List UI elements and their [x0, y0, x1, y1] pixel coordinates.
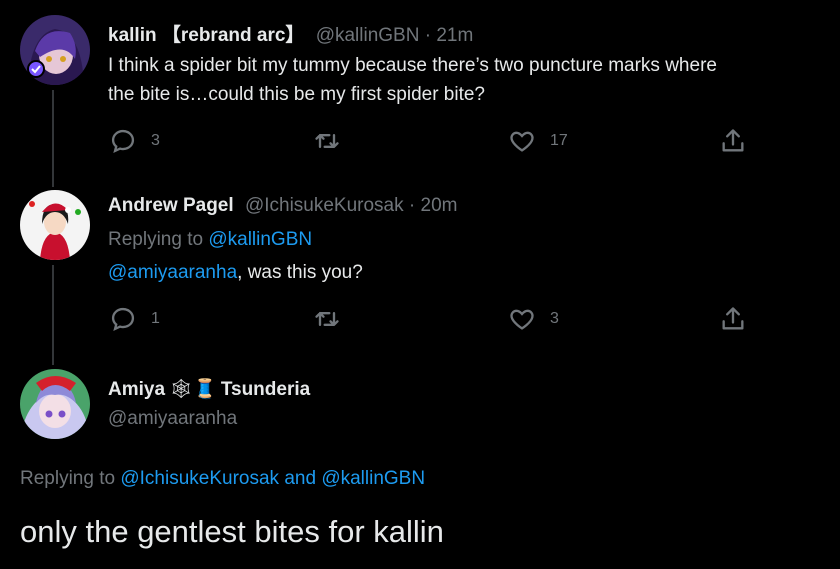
reply-icon [111, 129, 135, 154]
like-count: 3 [550, 310, 559, 327]
display-name[interactable]: kallin 【rebrand arc】 [108, 25, 304, 46]
separator: · [408, 195, 416, 216]
display-name[interactable]: Amiya [108, 379, 165, 400]
tweet-text-rest: , was this you? [237, 262, 363, 283]
like-button[interactable]: 3 [508, 305, 559, 333]
replying-to-link[interactable]: @IchisukeKurosak [120, 468, 279, 489]
like-icon [510, 309, 534, 330]
main-tweet-text: only the gentlest bites for kallin [20, 514, 444, 549]
display-name-suffix[interactable]: Tsunderia [221, 379, 310, 400]
retweet-icon [315, 312, 339, 326]
user-handle[interactable]: @kallinGBN [316, 25, 420, 46]
share-icon [722, 307, 744, 330]
name-emoji: 🕸🧵 [169, 379, 217, 400]
thread-line [52, 90, 54, 187]
like-icon [510, 131, 534, 152]
replying-to-link[interactable]: @kallinGBN [321, 468, 425, 489]
tweet-text: I think a spider bit my tummy because th… [108, 51, 717, 109]
share-button[interactable] [719, 127, 747, 155]
reply-button[interactable]: 3 [109, 127, 160, 155]
share-icon [722, 129, 744, 152]
timestamp[interactable]: 20m [421, 195, 458, 216]
tweet-header: Andrew Pagel @IchisukeKurosak · 20m [108, 195, 458, 217]
replying-and: and [279, 468, 322, 489]
user-handle-row: @amiyaaranha [108, 408, 237, 430]
tweet-text-line: the bite is…could this be my first spide… [108, 84, 486, 105]
replying-to: Replying to @kallinGBN [108, 225, 312, 254]
thread-line [52, 265, 54, 365]
replying-to: Replying to @IchisukeKurosak and @kallin… [20, 468, 425, 490]
retweet-button[interactable] [313, 127, 355, 155]
timestamp[interactable]: 21m [436, 25, 473, 46]
like-count: 17 [550, 132, 568, 149]
tweet-text: @amiyaaranha, was this you? [108, 258, 363, 287]
retweet-icon [315, 134, 339, 148]
reply-icon [111, 307, 135, 332]
share-button[interactable] [719, 305, 747, 333]
replying-prefix: Replying to [108, 229, 209, 250]
user-handle[interactable]: @IchisukeKurosak [245, 195, 404, 216]
like-button[interactable]: 17 [508, 127, 568, 155]
replying-prefix: Replying to [20, 468, 121, 489]
mention-link[interactable]: @amiyaaranha [108, 262, 237, 283]
reply-count: 3 [151, 132, 160, 149]
reply-button[interactable]: 1 [109, 305, 160, 333]
reply-count: 1 [151, 310, 160, 327]
verified-badge-icon [27, 60, 45, 78]
avatar[interactable] [20, 369, 90, 439]
avatar[interactable] [20, 190, 90, 260]
display-name[interactable]: Andrew Pagel [108, 195, 234, 216]
separator: · [424, 25, 432, 46]
tweet-header: kallin 【rebrand arc】 @kallinGBN · 21m [108, 20, 473, 47]
retweet-button[interactable] [313, 305, 355, 333]
tweet-header: Amiya 🕸🧵 Tsunderia [108, 377, 310, 401]
tweet-text-line: I think a spider bit my tummy because th… [108, 55, 717, 76]
user-handle[interactable]: @amiyaaranha [108, 408, 237, 429]
replying-to-link[interactable]: @kallinGBN [208, 229, 312, 250]
